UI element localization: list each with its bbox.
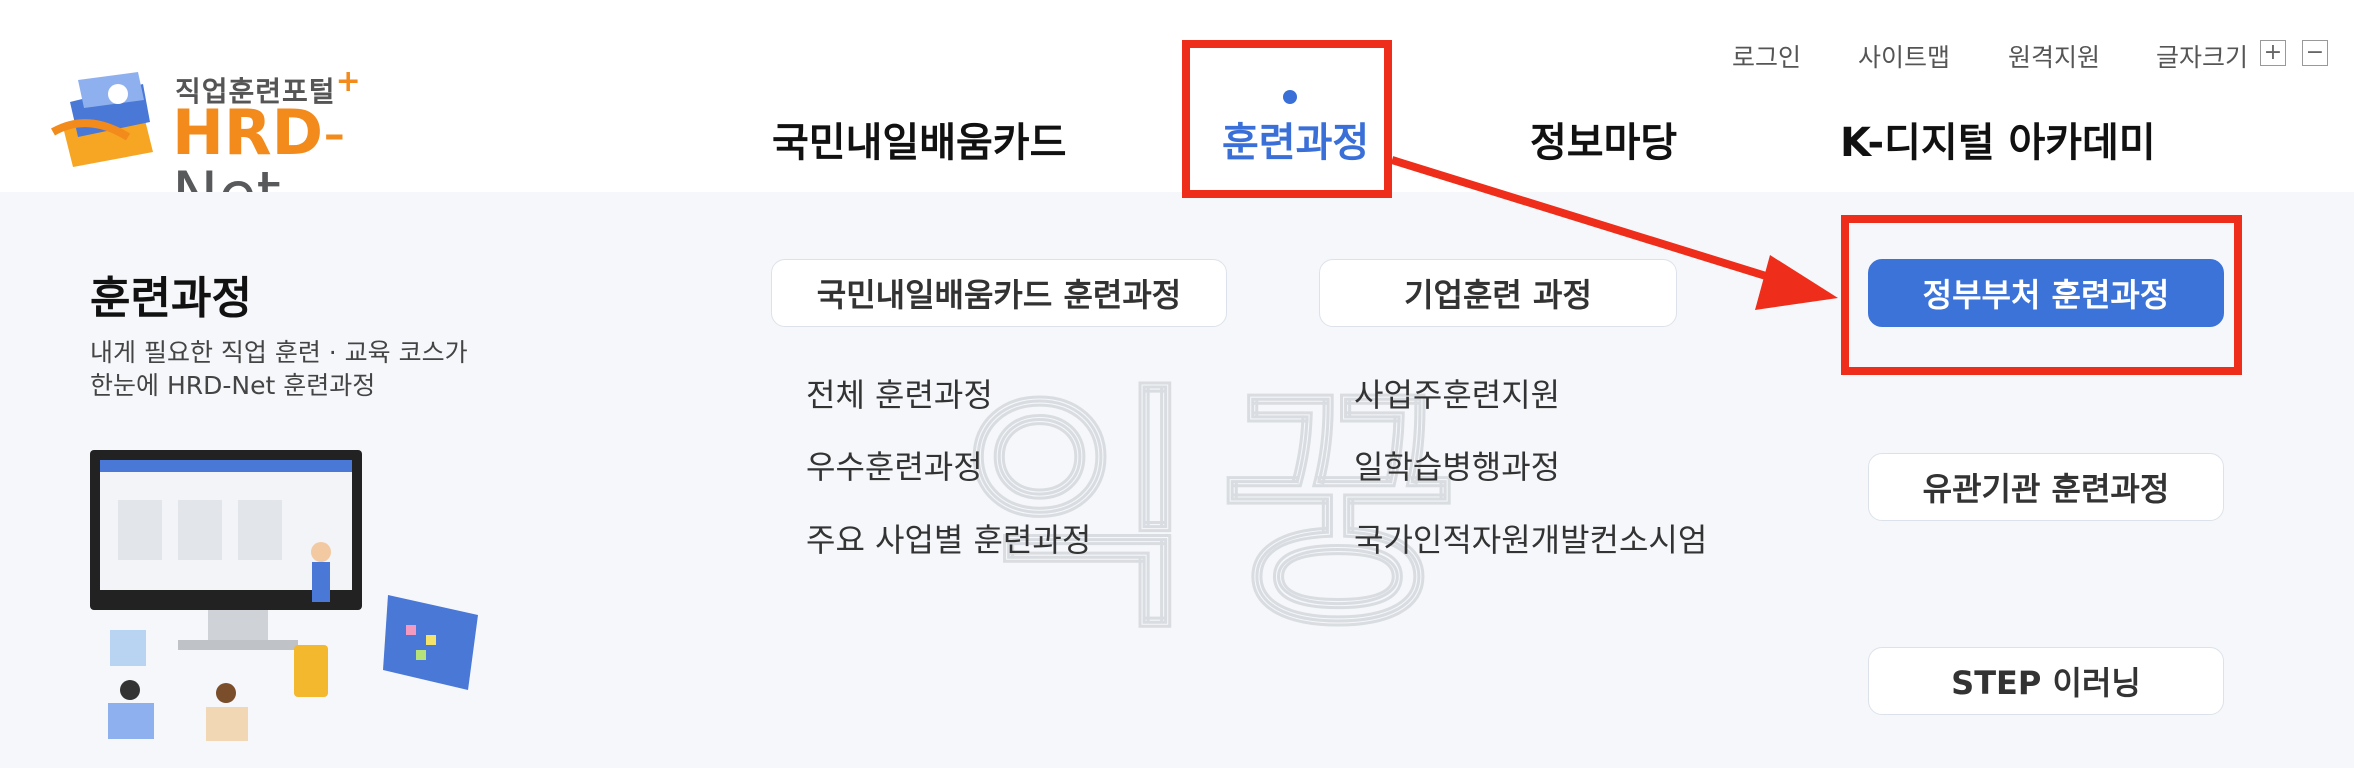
annotation-arrow [1390,156,1838,310]
